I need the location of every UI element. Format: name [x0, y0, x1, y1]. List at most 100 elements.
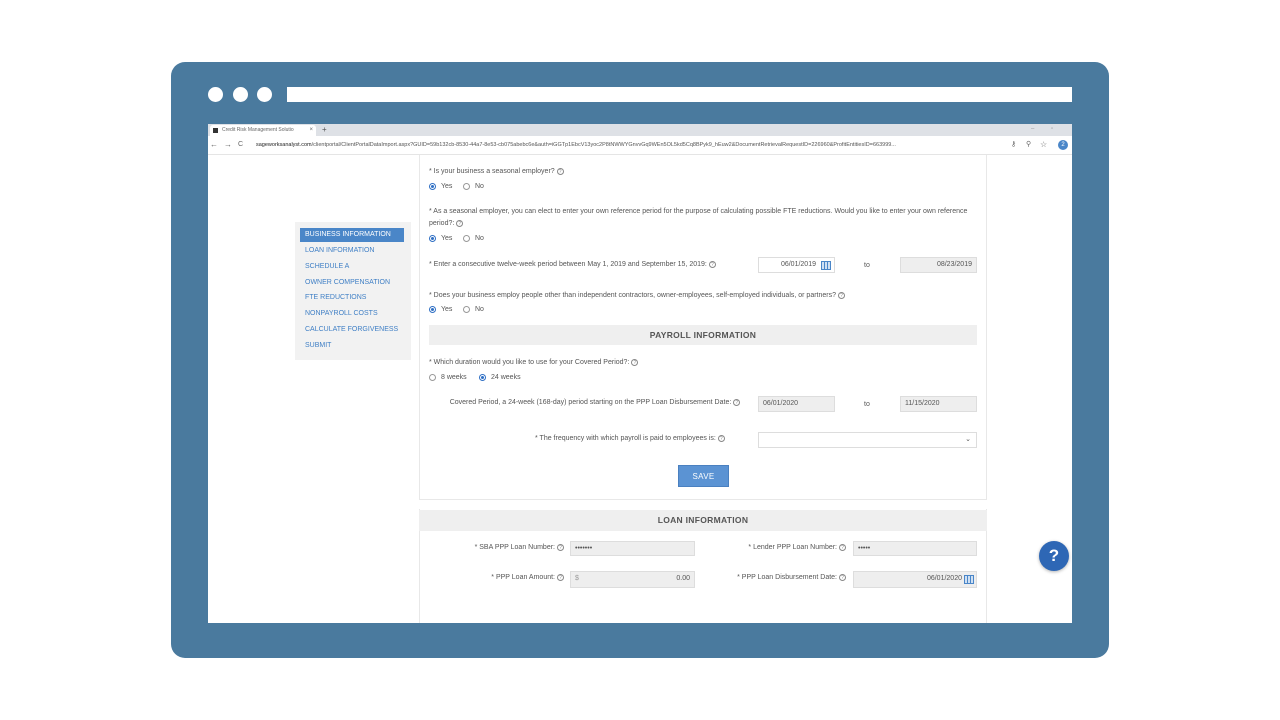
nav-calculate-forgiveness[interactable]: CALCULATE FORGIVENESS: [300, 323, 404, 337]
help-icon[interactable]: ?: [708, 260, 716, 268]
disbursement-date-value: 06/01/2020: [926, 575, 962, 582]
tab-close-icon[interactable]: ×: [309, 125, 313, 136]
reference-no-label: No: [475, 235, 484, 242]
nav-owner-compensation[interactable]: OWNER COMPENSATION: [300, 276, 404, 290]
payroll-frequency-select[interactable]: ⌄: [758, 432, 977, 448]
url-host: sageworksanalyst.com: [256, 142, 312, 148]
calendar-icon[interactable]: [821, 261, 831, 270]
loan-amount-label: * PPP Loan Amount:?: [446, 573, 564, 583]
back-icon[interactable]: ←: [210, 140, 218, 150]
chevron-down-icon: ⌄: [965, 436, 971, 443]
help-icon[interactable]: ?: [733, 398, 741, 406]
loan-amount-text: * PPP Loan Amount:: [491, 574, 555, 581]
reference-no-radio[interactable]: [463, 235, 470, 242]
key-icon[interactable]: ⚷: [1011, 140, 1016, 150]
nav-nonpayroll-costs[interactable]: NONPAYROLL COSTS: [300, 307, 404, 321]
frame-address-bar: [287, 87, 1072, 102]
currency-symbol: $: [575, 575, 579, 582]
disbursement-date-label: * PPP Loan Disbursement Date:?: [708, 573, 846, 583]
help-icon[interactable]: ?: [631, 358, 639, 366]
loan-amount-input[interactable]: $ 0.00: [570, 571, 695, 588]
lender-loan-number-input[interactable]: •••••: [853, 541, 977, 556]
sba-loan-number-value: •••••••: [575, 545, 593, 552]
calendar-icon[interactable]: [964, 575, 974, 584]
employ-no-label: No: [475, 306, 484, 313]
question-frequency: * The frequency with which payroll is pa…: [535, 433, 725, 445]
question-reference-period: * As a seasonal employer, you can elect …: [429, 206, 977, 230]
nav-submit[interactable]: SUBMIT: [300, 339, 404, 353]
seasonal-no-radio[interactable]: [463, 183, 470, 190]
window-dot-3: [257, 87, 272, 102]
new-tab-button[interactable]: +: [322, 124, 327, 136]
employ-yes-radio[interactable]: [429, 306, 436, 313]
tab-title: Credit Risk Management Solutio: [222, 127, 294, 133]
question-seasonal-text: * Is your business a seasonal employer?: [429, 168, 555, 175]
sba-loan-number-label: * SBA PPP Loan Number:?: [446, 543, 564, 553]
nav-business-information[interactable]: BUSINESS INFORMATION: [300, 228, 404, 242]
covered-period-text: Covered Period, a 24-week (168-day) peri…: [449, 399, 732, 406]
seasonal-no-label: No: [475, 183, 484, 190]
reload-icon[interactable]: C: [238, 140, 243, 150]
employ-yes-label: Yes: [441, 306, 453, 313]
disbursement-date-input[interactable]: 06/01/2020: [853, 571, 977, 588]
save-button[interactable]: SAVE: [678, 465, 729, 487]
lender-loan-number-label: * Lender PPP Loan Number:?: [720, 543, 846, 553]
reference-yes-label: Yes: [441, 235, 453, 242]
payroll-information-header: PAYROLL INFORMATION: [429, 325, 977, 345]
profile-avatar[interactable]: 2: [1058, 140, 1068, 150]
question-seasonal: * Is your business a seasonal employer??: [429, 166, 564, 178]
help-icon[interactable]: ?: [556, 167, 564, 175]
duration-8-weeks-radio[interactable]: [429, 374, 436, 381]
reference-yes-radio[interactable]: [429, 235, 436, 242]
duration-24-weeks-label: 24 weeks: [491, 374, 521, 381]
restore-icon[interactable]: ▫: [1051, 124, 1053, 134]
covered-period-label: Covered Period, a 24-week (168-day) peri…: [440, 397, 750, 409]
help-icon[interactable]: ?: [456, 219, 464, 227]
sba-loan-number-input[interactable]: •••••••: [570, 541, 695, 556]
tab-strip: Credit Risk Management Solutio × + – ▫: [208, 124, 1072, 136]
help-icon[interactable]: ?: [557, 573, 564, 581]
seasonal-yes-radio[interactable]: [429, 183, 436, 190]
question-duration-text: * Which duration would you like to use f…: [429, 359, 630, 366]
help-button[interactable]: ?: [1039, 541, 1069, 571]
nav-loan-information[interactable]: LOAN INFORMATION: [300, 244, 404, 258]
address-bar[interactable]: sageworksanalyst.com/clientportal/Client…: [256, 141, 1006, 150]
covered-end-date-value: 11/15/2020: [905, 400, 940, 407]
favicon-icon: [213, 128, 218, 133]
minimize-icon[interactable]: –: [1031, 124, 1034, 134]
browser-tab[interactable]: Credit Risk Management Solutio ×: [210, 125, 316, 136]
covered-start-date-input[interactable]: 06/01/2020: [758, 396, 835, 412]
help-icon[interactable]: ?: [717, 434, 725, 442]
help-icon[interactable]: ?: [838, 291, 846, 299]
lender-loan-number-text: * Lender PPP Loan Number:: [748, 544, 837, 551]
duration-8-weeks-label: 8 weeks: [441, 374, 467, 381]
question-twelve-week: * Enter a consecutive twelve-week period…: [429, 259, 716, 271]
nav-fte-reductions[interactable]: FTE REDUCTIONS: [300, 291, 404, 305]
lender-loan-number-value: •••••: [858, 545, 871, 552]
question-duration: * Which duration would you like to use f…: [429, 357, 639, 369]
window-dot-1: [208, 87, 223, 102]
star-icon[interactable]: ☆: [1040, 140, 1047, 150]
reference-start-date-input[interactable]: 06/01/2019: [758, 257, 835, 273]
sba-loan-number-text: * SBA PPP Loan Number:: [474, 544, 555, 551]
reference-end-date-input[interactable]: 08/23/2019: [900, 257, 977, 273]
covered-end-date-input[interactable]: 11/15/2020: [900, 396, 977, 412]
question-employ-others: * Does your business employ people other…: [429, 290, 846, 302]
window-dot-2: [233, 87, 248, 102]
reference-end-date-value: 08/23/2019: [936, 261, 972, 268]
reference-start-date-value: 06/01/2019: [780, 261, 816, 268]
help-icon[interactable]: ?: [839, 543, 846, 551]
to-label: to: [864, 401, 870, 408]
question-reference-text: * As a seasonal employer, you can elect …: [429, 208, 968, 227]
to-label: to: [864, 262, 870, 269]
forward-icon[interactable]: →: [224, 140, 232, 150]
duration-24-weeks-radio[interactable]: [479, 374, 486, 381]
employ-no-radio[interactable]: [463, 306, 470, 313]
question-frequency-text: * The frequency with which payroll is pa…: [535, 435, 716, 442]
zoom-icon[interactable]: ⚲: [1026, 140, 1031, 150]
help-icon[interactable]: ?: [839, 573, 846, 581]
browser-screen: Credit Risk Management Solutio × + – ▫ ←…: [208, 124, 1072, 623]
disbursement-date-text: * PPP Loan Disbursement Date:: [737, 574, 837, 581]
help-icon[interactable]: ?: [557, 543, 564, 551]
nav-schedule-a[interactable]: SCHEDULE A: [300, 260, 404, 274]
